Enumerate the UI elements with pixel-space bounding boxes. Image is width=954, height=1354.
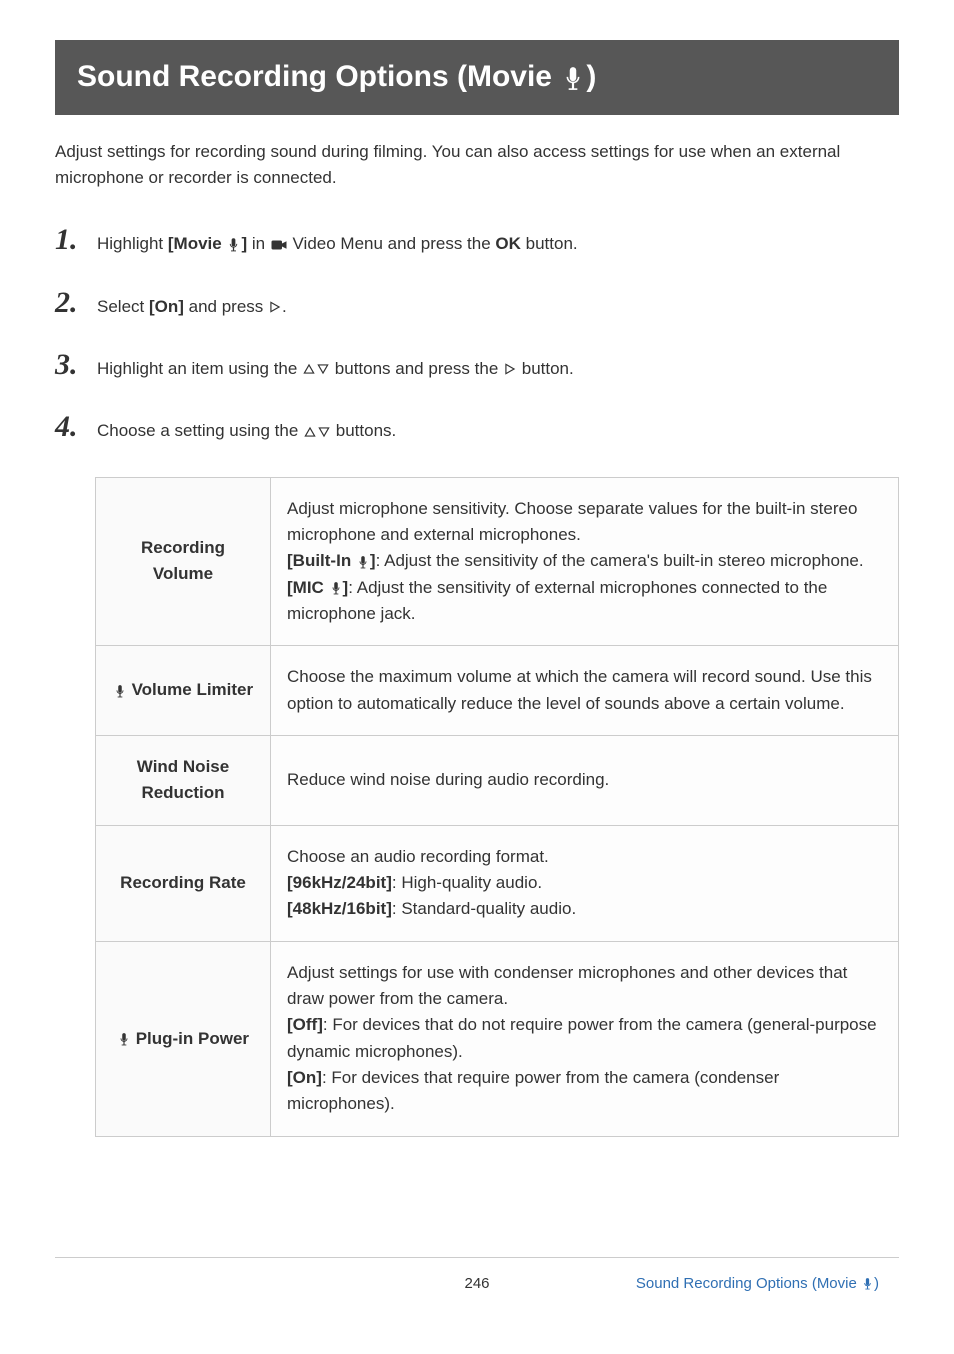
step-text: Highlight an item using the buttons and …	[97, 352, 899, 382]
page-title: Sound Recording Options (Movie )	[55, 40, 899, 115]
step-text: Choose a setting using the buttons.	[97, 414, 899, 444]
text: Plug-in Power	[131, 1029, 249, 1048]
text: Adjust settings for use with condenser m…	[287, 963, 847, 1008]
row-desc: Choose the maximum volume at which the c…	[271, 646, 899, 736]
settings-table: Recording Volume Adjust microphone sensi…	[95, 477, 899, 1137]
title-text-a: Sound Recording Options (Movie	[77, 60, 560, 93]
page-footer: 246 Sound Recording Options (Movie )	[55, 1257, 899, 1295]
row-label: Recording Rate	[96, 825, 271, 941]
right-icon	[503, 362, 517, 376]
up-icon	[303, 425, 317, 439]
step-3: 3. Highlight an item using the buttons a…	[55, 352, 899, 382]
text: [On]	[287, 1068, 322, 1087]
text: and press	[184, 297, 268, 316]
row-desc: Adjust settings for use with condenser m…	[271, 941, 899, 1136]
page-number: 246	[343, 1272, 611, 1295]
text: : High-quality audio.	[392, 873, 542, 892]
mic-icon	[861, 1277, 874, 1290]
step-number: 4.	[55, 412, 83, 442]
row-label: Recording Volume	[96, 477, 271, 646]
text: [48kHz/16bit]	[287, 899, 392, 918]
step-number: 1.	[55, 225, 83, 255]
text: buttons.	[331, 421, 396, 440]
step-number: 3.	[55, 350, 83, 380]
table-row: Plug-in Power Adjust settings for use wi…	[96, 941, 899, 1136]
footer-link[interactable]: Sound Recording Options (Movie )	[611, 1272, 879, 1295]
mic-icon	[356, 555, 370, 569]
text: Highlight an item using the	[97, 359, 302, 378]
text: [MIC	[287, 578, 329, 597]
text: [Movie	[168, 234, 227, 253]
text: [Off]	[287, 1015, 323, 1034]
step-2: 2. Select [On] and press .	[55, 290, 899, 320]
text: Choose a setting using the	[97, 421, 303, 440]
text: [Built-In	[287, 551, 356, 570]
text: : Adjust the sensitivity of external mic…	[287, 578, 827, 623]
table-row: Wind Noise Reduction Reduce wind noise d…	[96, 735, 899, 825]
table-row: Recording Rate Choose an audio recording…	[96, 825, 899, 941]
down-icon	[317, 425, 331, 439]
row-label: Volume Limiter	[96, 646, 271, 736]
step-4: 4. Choose a setting using the buttons.	[15, 414, 899, 444]
row-desc: Choose an audio recording format. [96kHz…	[271, 825, 899, 941]
text: Highlight	[97, 234, 168, 253]
text: OK	[495, 234, 521, 253]
text: button.	[517, 359, 574, 378]
text: Sound Recording Options (Movie	[636, 1275, 861, 1292]
text: button.	[521, 234, 578, 253]
step-text: Select [On] and press .	[97, 290, 899, 320]
up-icon	[302, 362, 316, 376]
mic-icon	[329, 581, 343, 595]
right-icon	[268, 300, 282, 314]
step-1: 1. Highlight [Movie ] in Video Menu and …	[55, 227, 899, 257]
text: Video Menu and press the	[288, 234, 496, 253]
row-label: Plug-in Power	[96, 941, 271, 1136]
text: Volume Limiter	[127, 680, 253, 699]
step-number: 2.	[55, 288, 83, 318]
text: : Standard-quality audio.	[392, 899, 576, 918]
text: .	[282, 297, 287, 316]
mic-icon	[226, 237, 241, 252]
text: in	[247, 234, 270, 253]
step-text: Highlight [Movie ] in Video Menu and pre…	[97, 227, 899, 257]
text: [On]	[149, 297, 184, 316]
row-desc: Adjust microphone sensitivity. Choose se…	[271, 477, 899, 646]
video-icon	[270, 236, 288, 254]
text: [96kHz/24bit]	[287, 873, 392, 892]
text: Choose an audio recording format.	[287, 847, 549, 866]
title-text-b: )	[586, 60, 596, 93]
down-icon	[316, 362, 330, 376]
row-label: Wind Noise Reduction	[96, 735, 271, 825]
intro-text: Adjust settings for recording sound duri…	[55, 139, 899, 192]
text: Select	[97, 297, 149, 316]
text: : For devices that do not require power …	[287, 1015, 877, 1060]
mic-icon	[113, 684, 127, 698]
mic-icon	[560, 65, 586, 91]
table-row: Volume Limiter Choose the maximum volume…	[96, 646, 899, 736]
row-desc: Reduce wind noise during audio recording…	[271, 735, 899, 825]
text: : For devices that require power from th…	[287, 1068, 779, 1113]
mic-icon	[117, 1032, 131, 1046]
table-row: Recording Volume Adjust microphone sensi…	[96, 477, 899, 646]
text: )	[874, 1275, 879, 1292]
text: : Adjust the sensitivity of the camera's…	[376, 551, 864, 570]
text: buttons and press the	[330, 359, 503, 378]
text: Adjust microphone sensitivity. Choose se…	[287, 499, 857, 544]
